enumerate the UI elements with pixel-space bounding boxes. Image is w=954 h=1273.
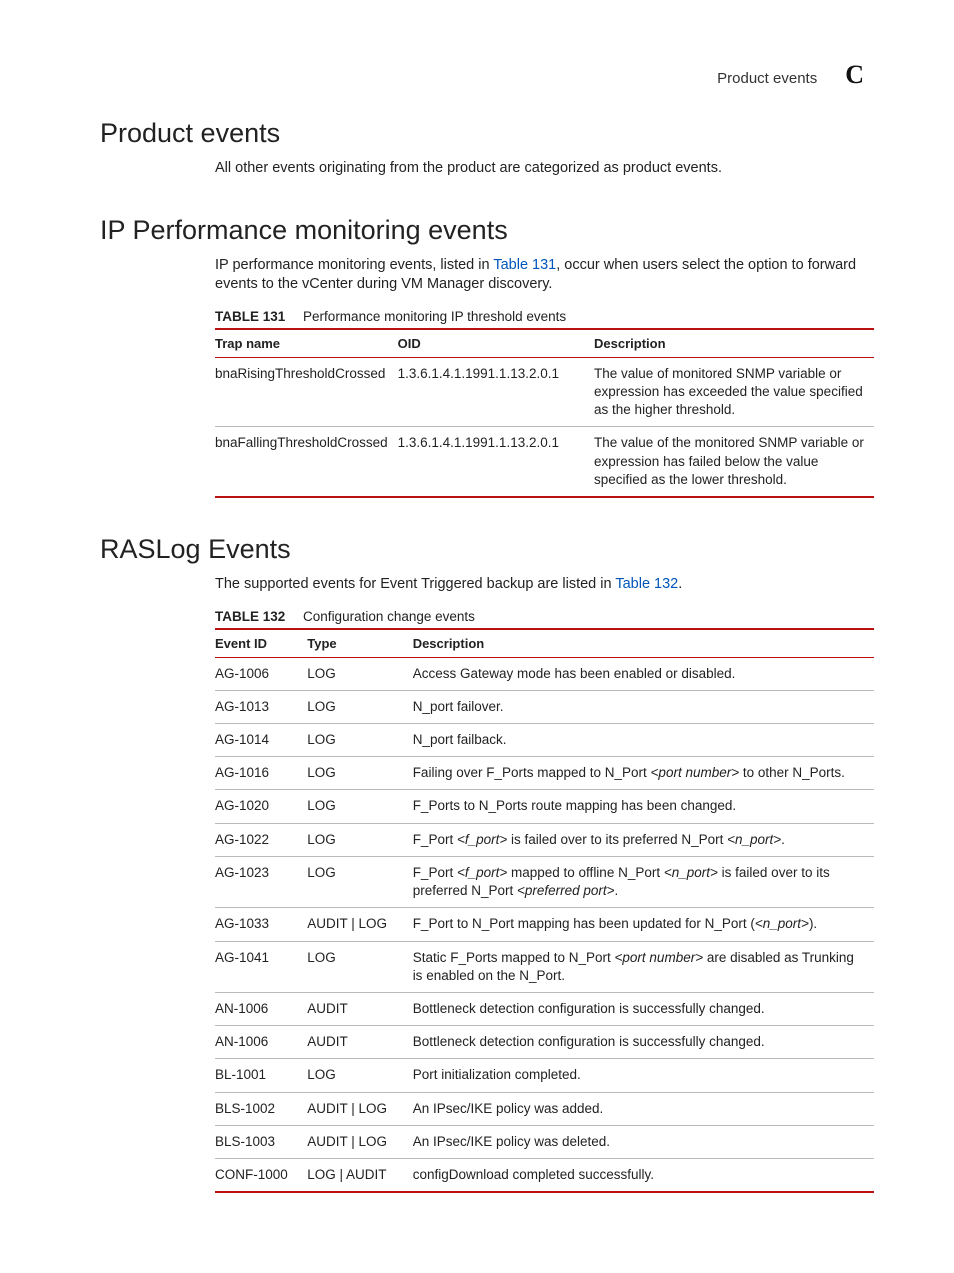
cell-eventid: AG-1014 bbox=[215, 724, 307, 757]
table132-number: TABLE 132 bbox=[215, 609, 285, 624]
section2-body: IP performance monitoring events, listed… bbox=[215, 256, 874, 295]
table-row: AG-1020LOGF_Ports to N_Ports route mappi… bbox=[215, 790, 874, 823]
section2-body-pre: IP performance monitoring events, listed… bbox=[215, 257, 493, 273]
table132-caption: TABLE 132 Configuration change events bbox=[215, 609, 874, 624]
table131-col-oid: OID bbox=[398, 329, 594, 358]
cell-desc: F_Ports to N_Ports route mapping has bee… bbox=[413, 790, 874, 823]
cell-type: LOG bbox=[307, 941, 412, 992]
cell-eventid: AN-1006 bbox=[215, 992, 307, 1025]
cell-eventid: CONF-1000 bbox=[215, 1159, 307, 1193]
table131-caption: TABLE 131 Performance monitoring IP thre… bbox=[215, 309, 874, 324]
cell-desc: An IPsec/IKE policy was added. bbox=[413, 1092, 874, 1125]
appendix-letter: C bbox=[845, 60, 864, 90]
cell-oid: 1.3.6.1.4.1.1991.1.13.2.0.1 bbox=[398, 357, 594, 427]
xref-table-132[interactable]: Table 132 bbox=[615, 576, 678, 592]
cell-type: AUDIT | LOG bbox=[307, 908, 412, 941]
cell-desc: Failing over F_Ports mapped to N_Port <p… bbox=[413, 757, 874, 790]
cell-type: AUDIT bbox=[307, 1026, 412, 1059]
cell-eventid: AG-1033 bbox=[215, 908, 307, 941]
table132-col-type: Type bbox=[307, 629, 412, 658]
running-header: Product events C bbox=[100, 60, 874, 90]
table-row: BLS-1002AUDIT | LOGAn IPsec/IKE policy w… bbox=[215, 1092, 874, 1125]
cell-eventid: BLS-1003 bbox=[215, 1125, 307, 1158]
cell-type: LOG bbox=[307, 790, 412, 823]
section3-body-post: . bbox=[678, 576, 682, 592]
section-heading-ip-performance: IP Performance monitoring events bbox=[100, 215, 874, 246]
table-132: Event ID Type Description AG-1006LOGAcce… bbox=[215, 628, 874, 1194]
table132-title: Configuration change events bbox=[303, 609, 475, 624]
cell-desc: The value of the monitored SNMP variable… bbox=[594, 427, 874, 497]
cell-eventid: BLS-1002 bbox=[215, 1092, 307, 1125]
cell-eventid: AG-1020 bbox=[215, 790, 307, 823]
table-row: BLS-1003AUDIT | LOGAn IPsec/IKE policy w… bbox=[215, 1125, 874, 1158]
cell-type: LOG bbox=[307, 724, 412, 757]
cell-trap: bnaFallingThresholdCrossed bbox=[215, 427, 398, 497]
table-row: AG-1022LOGF_Port <f_port> is failed over… bbox=[215, 823, 874, 856]
section1-body: All other events originating from the pr… bbox=[215, 159, 874, 179]
cell-eventid: AG-1023 bbox=[215, 856, 307, 907]
cell-desc: F_Port to N_Port mapping has been update… bbox=[413, 908, 874, 941]
section-heading-raslog: RASLog Events bbox=[100, 534, 874, 565]
table131-col-trap: Trap name bbox=[215, 329, 398, 358]
table-row: bnaRisingThresholdCrossed1.3.6.1.4.1.199… bbox=[215, 357, 874, 427]
cell-trap: bnaRisingThresholdCrossed bbox=[215, 357, 398, 427]
table-row: AG-1041LOGStatic F_Ports mapped to N_Por… bbox=[215, 941, 874, 992]
table-row: AN-1006AUDITBottleneck detection configu… bbox=[215, 992, 874, 1025]
table-row: bnaFallingThresholdCrossed1.3.6.1.4.1.19… bbox=[215, 427, 874, 497]
table132-col-desc: Description bbox=[413, 629, 874, 658]
table131-header-row: Trap name OID Description bbox=[215, 329, 874, 358]
cell-oid: 1.3.6.1.4.1.1991.1.13.2.0.1 bbox=[398, 427, 594, 497]
cell-type: LOG bbox=[307, 757, 412, 790]
table-row: AG-1006LOGAccess Gateway mode has been e… bbox=[215, 657, 874, 690]
table-row: CONF-1000LOG | AUDITconfigDownload compl… bbox=[215, 1159, 874, 1193]
cell-type: LOG bbox=[307, 823, 412, 856]
cell-desc: F_Port <f_port> is failed over to its pr… bbox=[413, 823, 874, 856]
table-row: AG-1023LOGF_Port <f_port> mapped to offl… bbox=[215, 856, 874, 907]
cell-eventid: AN-1006 bbox=[215, 1026, 307, 1059]
table131-col-desc: Description bbox=[594, 329, 874, 358]
cell-desc: configDownload completed successfully. bbox=[413, 1159, 874, 1193]
cell-eventid: AG-1041 bbox=[215, 941, 307, 992]
section-heading-product-events: Product events bbox=[100, 118, 874, 149]
cell-type: LOG bbox=[307, 1059, 412, 1092]
section3-body-pre: The supported events for Event Triggered… bbox=[215, 576, 615, 592]
section3-body: The supported events for Event Triggered… bbox=[215, 575, 874, 595]
table-row: AG-1033AUDIT | LOGF_Port to N_Port mappi… bbox=[215, 908, 874, 941]
table131-number: TABLE 131 bbox=[215, 309, 285, 324]
cell-eventid: AG-1006 bbox=[215, 657, 307, 690]
cell-type: AUDIT bbox=[307, 992, 412, 1025]
table131-title: Performance monitoring IP threshold even… bbox=[303, 309, 566, 324]
cell-type: AUDIT | LOG bbox=[307, 1125, 412, 1158]
table-row: AG-1013LOGN_port failover. bbox=[215, 690, 874, 723]
table132-col-eventid: Event ID bbox=[215, 629, 307, 658]
cell-desc: An IPsec/IKE policy was deleted. bbox=[413, 1125, 874, 1158]
cell-eventid: AG-1016 bbox=[215, 757, 307, 790]
cell-desc: F_Port <f_port> mapped to offline N_Port… bbox=[413, 856, 874, 907]
cell-type: AUDIT | LOG bbox=[307, 1092, 412, 1125]
cell-desc: Access Gateway mode has been enabled or … bbox=[413, 657, 874, 690]
table-row: AN-1006AUDITBottleneck detection configu… bbox=[215, 1026, 874, 1059]
cell-desc: Bottleneck detection configuration is su… bbox=[413, 1026, 874, 1059]
cell-type: LOG | AUDIT bbox=[307, 1159, 412, 1193]
table-131: Trap name OID Description bnaRisingThres… bbox=[215, 328, 874, 498]
cell-eventid: BL-1001 bbox=[215, 1059, 307, 1092]
cell-desc: Port initialization completed. bbox=[413, 1059, 874, 1092]
cell-desc: N_port failback. bbox=[413, 724, 874, 757]
page: Product events C Product events All othe… bbox=[0, 0, 954, 1273]
cell-eventid: AG-1013 bbox=[215, 690, 307, 723]
cell-desc: Static F_Ports mapped to N_Port <port nu… bbox=[413, 941, 874, 992]
cell-desc: N_port failover. bbox=[413, 690, 874, 723]
cell-desc: Bottleneck detection configuration is su… bbox=[413, 992, 874, 1025]
table-row: BL-1001LOGPort initialization completed. bbox=[215, 1059, 874, 1092]
cell-type: LOG bbox=[307, 690, 412, 723]
table-row: AG-1014LOGN_port failback. bbox=[215, 724, 874, 757]
table132-header-row: Event ID Type Description bbox=[215, 629, 874, 658]
cell-desc: The value of monitored SNMP variable or … bbox=[594, 357, 874, 427]
cell-type: LOG bbox=[307, 856, 412, 907]
cell-eventid: AG-1022 bbox=[215, 823, 307, 856]
cell-type: LOG bbox=[307, 657, 412, 690]
header-title: Product events bbox=[717, 70, 817, 87]
table-row: AG-1016LOGFailing over F_Ports mapped to… bbox=[215, 757, 874, 790]
xref-table-131[interactable]: Table 131 bbox=[493, 257, 556, 273]
